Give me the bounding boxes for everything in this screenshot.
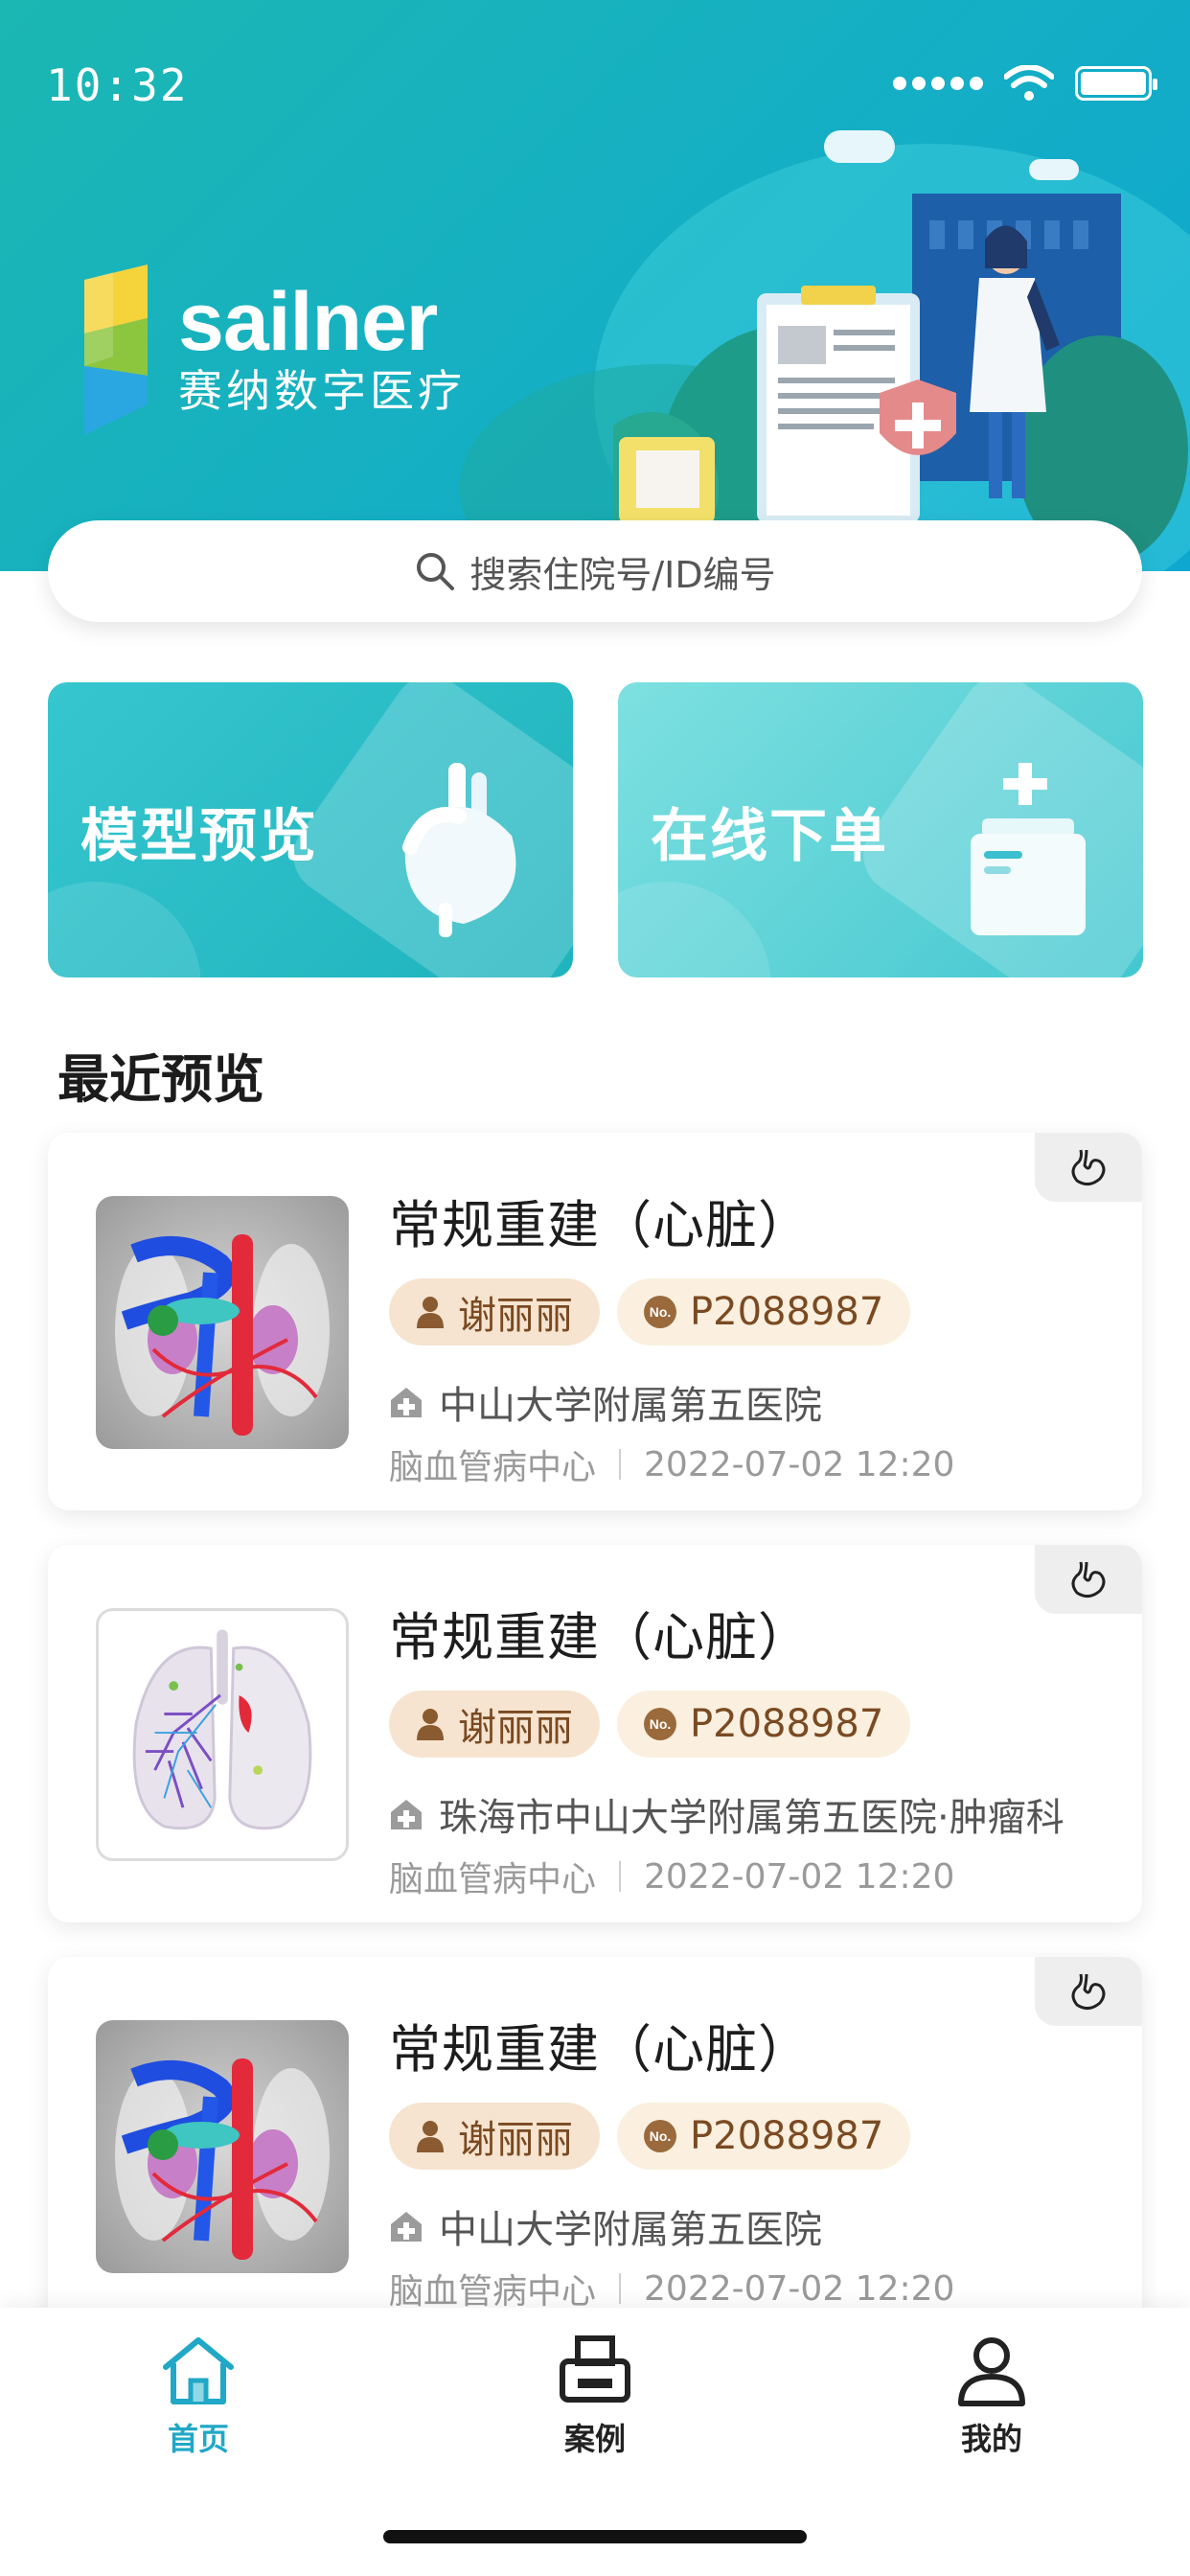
home-icon [163,2337,234,2404]
model-thumbnail[interactable] [96,1608,349,1861]
hospital-icon [391,1388,422,1417]
person-icon [417,1709,444,1740]
record-title: 常规重建（心脏） [389,1607,811,1668]
status-time: 10:32 [46,59,189,111]
patient-id: P2088987 [690,1290,884,1334]
patient-chip: 谢丽丽 [389,1278,600,1346]
search-icon [417,553,455,590]
record-card[interactable]: 常规重建（心脏） 谢丽丽 No. P2088987 中山大学附属第五医院 脑血管… [48,1957,1142,2334]
patient-chip: 谢丽丽 [389,1690,600,1758]
person-icon [417,1297,444,1328]
record-card[interactable]: 常规重建（心脏） 谢丽丽 No. P2088987 珠海市中山大学附属第五医院·… [48,1545,1142,1922]
card-decoration [618,882,771,978]
tab-home[interactable]: 首页 [103,2334,294,2459]
patient-chip: 谢丽丽 [389,2103,600,2170]
divider [619,1861,622,1892]
record-title: 常规重建（心脏） [389,1195,811,1255]
model-preview-card[interactable]: 模型预览 [48,682,573,978]
patient-id: P2088987 [690,1702,884,1746]
printer-icon [560,2335,630,2403]
tab-mine[interactable]: 我的 [896,2334,1087,2459]
brand-name-en: sailner [178,276,438,368]
medical-illustration [613,194,1188,571]
organ-type-tag [1035,1133,1142,1202]
online-order-label: 在线下单 [651,803,888,870]
status-icons [893,65,1157,102]
header-banner: 10:32 sailner 赛纳数字医疗 [0,0,1190,571]
patient-name: 谢丽丽 [458,2118,573,2162]
hospital-icon [391,1800,422,1829]
model-thumbnail[interactable] [96,1196,349,1449]
stomach-icon [1071,1561,1106,1598]
user-icon [958,2337,1025,2406]
vessel-model-image [115,1234,330,1436]
hospital-icon [391,2212,422,2242]
tab-mine-label: 我的 [960,2421,1022,2457]
record-datetime: 2022-07-02 12:20 [644,1444,955,1484]
department-name: 脑血管病中心 [389,2272,597,2312]
organ-type-tag [1035,1957,1142,2026]
organ-type-tag [1035,1545,1142,1614]
logo-mark-icon [84,264,148,435]
department-name: 脑血管病中心 [389,1860,597,1899]
patient-id-chip: No. P2088987 [617,2103,911,2170]
model-preview-label: 模型预览 [80,803,318,870]
record-card[interactable]: 常规重建（心脏） 谢丽丽 No. P2088987 中山大学附属第五医院 脑血管… [48,1133,1142,1510]
person-icon [417,2121,444,2152]
record-title: 常规重建（心脏） [389,2019,811,2080]
signal-icon [893,77,983,90]
divider [619,2273,622,2304]
patient-id-chip: No. P2088987 [617,1690,911,1758]
tab-home-label: 首页 [167,2421,229,2457]
lung-model-image [132,1629,312,1830]
patient-id: P2088987 [690,2114,884,2158]
brand-name-cn: 赛纳数字医疗 [178,365,466,417]
search-bar[interactable]: 搜索住院号/ID编号 [48,520,1142,622]
number-badge-icon: No. [644,1708,676,1740]
vessel-model-image [115,2058,330,2260]
hospital-name: 中山大学附属第五医院 [439,2208,822,2252]
patient-name: 谢丽丽 [458,1706,573,1750]
patient-id-chip: No. P2088987 [617,1278,911,1346]
search-input[interactable]: 搜索住院号/ID编号 [469,545,775,598]
brand-logo: sailner 赛纳数字医疗 [75,261,466,439]
department-name: 脑血管病中心 [389,1448,597,1487]
patient-name: 谢丽丽 [458,1294,573,1338]
recent-preview-title: 最近预览 [57,1049,264,1110]
stomach-icon [1071,1149,1106,1185]
number-badge-icon: No. [644,2120,676,2152]
divider [619,1449,622,1480]
record-datetime: 2022-07-02 12:20 [644,2268,955,2309]
medical-kit-icon [971,763,1086,935]
heart-icon [402,763,516,937]
cloud-decoration [824,130,895,163]
battery-icon [1075,66,1157,101]
tab-cases[interactable]: 案例 [499,2334,691,2459]
online-order-card[interactable]: 在线下单 [618,682,1143,978]
record-datetime: 2022-07-02 12:20 [644,1856,955,1897]
tab-cases-label: 案例 [563,2421,626,2457]
wifi-icon [1004,65,1054,101]
hospital-name: 珠海市中山大学附属第五医院·肿瘤科 [439,1796,1064,1840]
number-badge-icon: No. [644,1296,676,1328]
model-thumbnail[interactable] [96,2020,349,2273]
stomach-icon [1071,1973,1106,2010]
card-decoration [48,882,201,978]
hospital-name: 中山大学附属第五医院 [439,1384,822,1428]
home-indicator[interactable] [383,2530,807,2543]
